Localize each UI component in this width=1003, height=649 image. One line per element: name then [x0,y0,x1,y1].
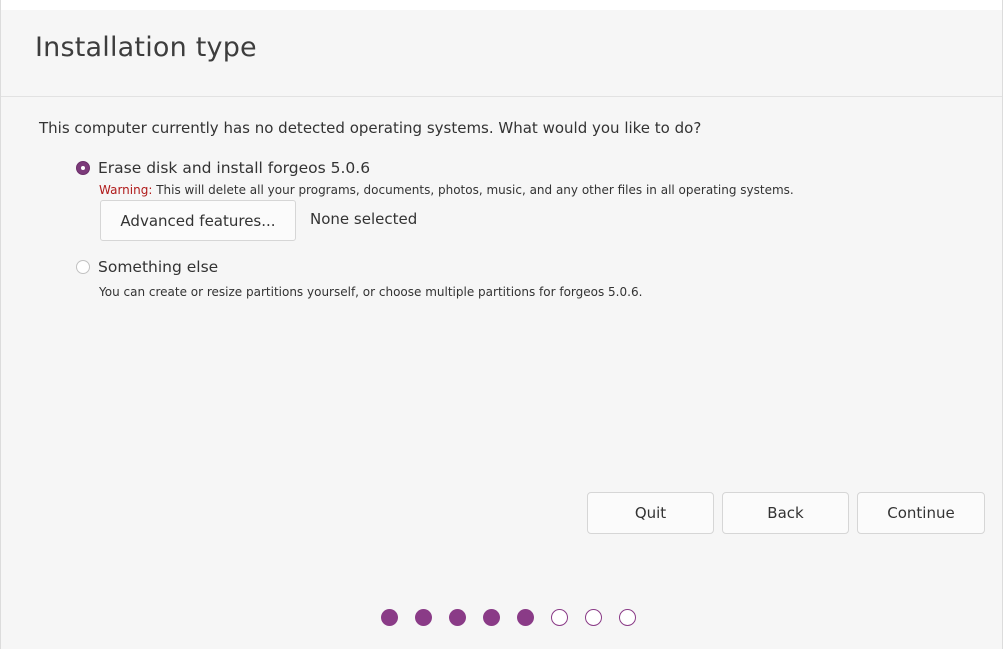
install-question: This computer currently has no detected … [39,119,702,137]
progress-dot-pending [619,609,636,626]
quit-button[interactable]: Quit [587,492,714,534]
option-something-else[interactable]: Something else [76,258,218,276]
progress-dot-pending [551,609,568,626]
page-title: Installation type [35,32,257,63]
option-erase-disk[interactable]: Erase disk and install forgeos 5.0.6 [76,159,370,177]
radio-unselected-icon[interactable] [76,260,90,274]
warning-text: This will delete all your programs, docu… [156,183,794,197]
progress-dot-complete [415,609,432,626]
erase-disk-warning: Warning: This will delete all your progr… [99,183,794,197]
continue-button[interactable]: Continue [857,492,985,534]
window-top-strip [1,0,1002,10]
progress-dot-complete [517,609,534,626]
progress-dot-complete [483,609,500,626]
progress-dot-complete [381,609,398,626]
page-header: Installation type [1,10,1002,97]
option-erase-disk-label: Erase disk and install forgeos 5.0.6 [98,159,371,177]
option-something-else-label: Something else [98,258,219,276]
back-button[interactable]: Back [722,492,849,534]
installer-window: Installation type This computer currentl… [0,0,1003,649]
advanced-features-status: None selected [310,210,418,228]
warning-label: Warning: [99,183,153,197]
step-progress-indicator [381,609,653,626]
progress-dot-pending [585,609,602,626]
something-else-description: You can create or resize partitions your… [99,285,643,299]
progress-dot-complete [449,609,466,626]
advanced-features-button[interactable]: Advanced features... [100,200,296,241]
radio-selected-icon[interactable] [76,161,90,175]
